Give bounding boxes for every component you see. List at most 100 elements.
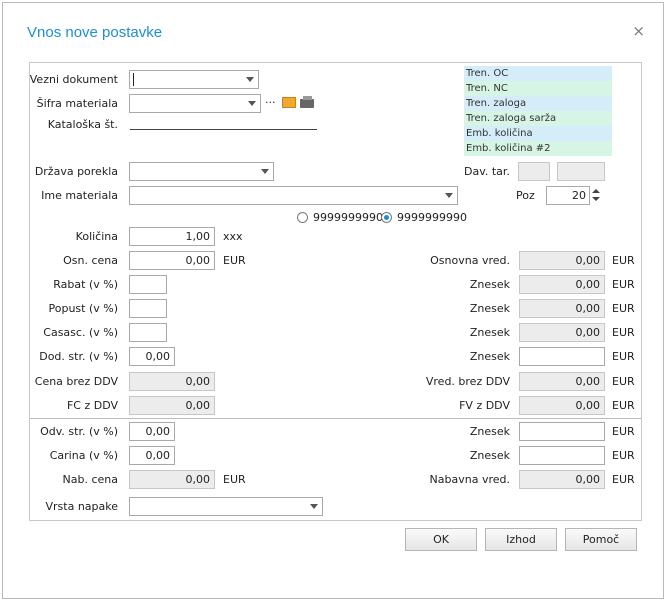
znesek-odv-str-input[interactable] — [519, 422, 605, 441]
nabavna-vred-input: 0,00 — [519, 470, 605, 489]
kolicina-input[interactable]: 1,00 — [129, 227, 215, 246]
radio-option-2[interactable] — [381, 212, 392, 223]
dod-str-input[interactable]: 0,00 — [129, 347, 175, 366]
dod-str-label: Dod. str. (v %) — [39, 350, 118, 363]
fc-z-ddv-input: 0,00 — [129, 396, 215, 415]
osn-cena-input[interactable]: 0,00 — [129, 251, 215, 270]
znesek-dod-str-unit: EUR — [612, 350, 635, 363]
poz-label: Poz — [516, 189, 535, 202]
znesek-rabat-input: 0,00 — [519, 275, 605, 294]
drzava-porekla-label: Država porekla — [34, 165, 118, 178]
nab-cena-input: 0,00 — [129, 470, 215, 489]
ok-button[interactable]: OK — [405, 528, 477, 551]
drzava-porekla-select[interactable] — [129, 162, 274, 181]
dav-tar-input-2[interactable] — [557, 162, 605, 181]
znesek-popust-input: 0,00 — [519, 299, 605, 318]
radio-option-2-label: 9999999990 — [397, 211, 467, 224]
znesek-carina-unit: EUR — [612, 449, 635, 462]
osn-cena-label: Osn. cena — [63, 254, 118, 267]
info-item-emb-kolicina-2: Emb. količina #2 — [464, 141, 612, 156]
znesek-popust-label: Znesek — [469, 302, 510, 315]
cena-brez-ddv-input: 0,00 — [129, 372, 215, 391]
radio-option-1-label: 9999999990 — [313, 211, 383, 224]
info-item-tren-zaloga: Tren. zaloga — [464, 96, 612, 111]
form-panel: Vezni dokument Šifra materiala ··· Katal… — [29, 62, 642, 521]
radio-option-1[interactable] — [297, 212, 308, 223]
chevron-down-icon — [445, 193, 453, 198]
popust-label: Popust (v %) — [48, 302, 118, 315]
scanner-icon[interactable] — [300, 96, 316, 109]
vred-brez-ddv-label: Vred. brez DDV — [425, 375, 510, 388]
sifra-materiala-label: Šifra materiala — [36, 97, 118, 110]
carina-input[interactable]: 0,00 — [129, 446, 175, 465]
info-item-emb-kolicina: Emb. količina — [464, 126, 612, 141]
text-cursor — [133, 73, 134, 86]
vrsta-napake-label: Vrsta napake — [45, 500, 118, 513]
znesek-casasc-unit: EUR — [612, 326, 635, 339]
odv-str-input[interactable]: 0,00 — [129, 422, 175, 441]
znesek-rabat-label: Znesek — [469, 278, 510, 291]
chevron-down-icon — [261, 169, 269, 174]
stock-info-list: Tren. OC Tren. NC Tren. zaloga Tren. zal… — [464, 66, 612, 160]
info-item-tren-nc: Tren. NC — [464, 81, 612, 96]
znesek-casasc-label: Znesek — [469, 326, 510, 339]
folder-icon[interactable] — [282, 97, 296, 108]
poz-spinner[interactable] — [590, 186, 602, 205]
znesek-odv-str-unit: EUR — [612, 425, 635, 438]
rabat-input[interactable] — [129, 275, 167, 294]
ime-materiala-select[interactable] — [129, 186, 458, 205]
kolicina-unit: xxx — [223, 230, 243, 243]
casasc-label: Casasc. (v %) — [43, 326, 118, 339]
vred-brez-ddv-unit: EUR — [612, 375, 635, 388]
vezni-dokument-select[interactable] — [129, 70, 259, 89]
pomoc-button[interactable]: Pomoč — [565, 528, 637, 551]
znesek-odv-str-label: Znesek — [469, 425, 510, 438]
close-icon[interactable]: × — [632, 22, 645, 40]
ime-materiala-label: Ime materiala — [41, 189, 118, 202]
cena-brez-ddv-label: Cena brez DDV — [34, 375, 118, 388]
carina-label: Carina (v %) — [49, 449, 118, 462]
kataloska-st-label: Kataloška št. — [47, 118, 118, 131]
popust-input[interactable] — [129, 299, 167, 318]
osnovna-vred-input: 0,00 — [519, 251, 605, 270]
spin-up-icon[interactable] — [592, 189, 600, 193]
osn-cena-unit: EUR — [223, 254, 246, 267]
znesek-dod-str-input[interactable] — [519, 347, 605, 366]
odv-str-label: Odv. str. (v %) — [40, 425, 118, 438]
fv-z-ddv-input: 0,00 — [519, 396, 605, 415]
fv-z-ddv-unit: EUR — [612, 399, 635, 412]
znesek-rabat-unit: EUR — [612, 278, 635, 291]
nabavna-vred-label: Nabavna vred. — [429, 473, 510, 486]
info-item-tren-oc: Tren. OC — [464, 66, 612, 81]
izhod-button[interactable]: Izhod — [485, 528, 557, 551]
znesek-popust-unit: EUR — [612, 302, 635, 315]
sifra-materiala-select[interactable] — [129, 94, 261, 113]
info-item-tren-zaloga-sarza: Tren. zaloga sarža — [464, 111, 612, 126]
more-icon[interactable]: ··· — [265, 96, 276, 110]
kolicina-label: Količina — [75, 230, 118, 243]
znesek-casasc-input: 0,00 — [519, 323, 605, 342]
poz-input[interactable]: 20 — [546, 186, 590, 205]
znesek-carina-input[interactable] — [519, 446, 605, 465]
fc-z-ddv-label: FC z DDV — [66, 399, 118, 412]
kataloska-st-input[interactable] — [130, 129, 317, 130]
znesek-dod-str-label: Znesek — [469, 350, 510, 363]
dav-tar-label: Dav. tar. — [464, 165, 510, 178]
spin-down-icon[interactable] — [592, 197, 600, 201]
rabat-label: Rabat (v %) — [53, 278, 118, 291]
vrsta-napake-select[interactable] — [129, 497, 323, 516]
nab-cena-label: Nab. cena — [62, 473, 118, 486]
chevron-down-icon — [310, 504, 318, 509]
vred-brez-ddv-input: 0,00 — [519, 372, 605, 391]
znesek-carina-label: Znesek — [469, 449, 510, 462]
chevron-down-icon — [246, 77, 254, 82]
casasc-input[interactable] — [129, 323, 167, 342]
dialog-window: Vnos nove postavke × Vezni dokument Šifr… — [2, 2, 664, 599]
section-divider — [30, 418, 641, 419]
dialog-title: Vnos nove postavke — [27, 24, 163, 41]
vezni-dokument-label: Vezni dokument — [29, 73, 118, 86]
dav-tar-input-1[interactable] — [518, 162, 550, 181]
nab-cena-unit: EUR — [223, 473, 246, 486]
fv-z-ddv-label: FV z DDV — [459, 399, 510, 412]
nabavna-vred-unit: EUR — [612, 473, 635, 486]
